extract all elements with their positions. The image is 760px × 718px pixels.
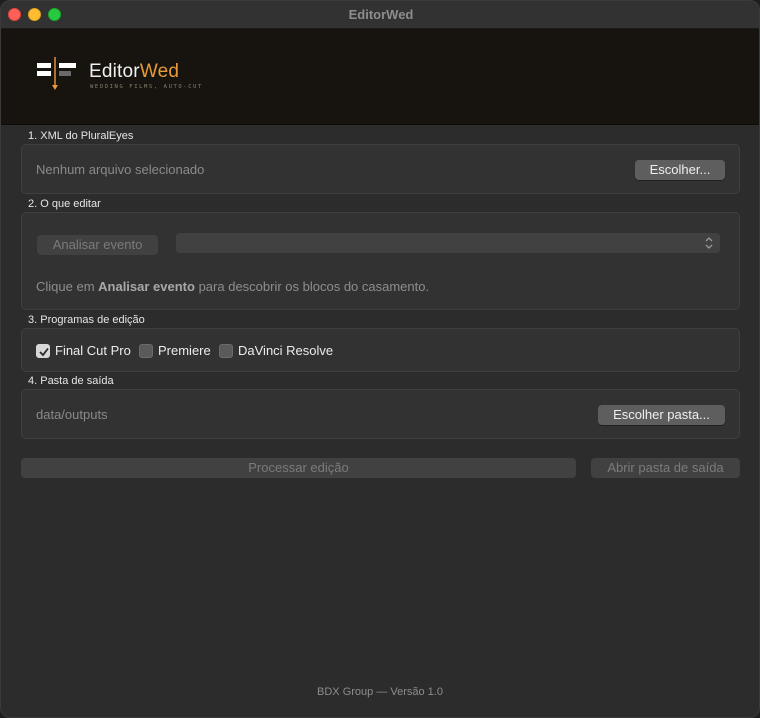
davinci-resolve-label: DaVinci Resolve: [238, 343, 334, 358]
brand-tagline: WEDDING FILMS, AUTO-CUT: [90, 84, 203, 90]
brand-name: EditorWed: [89, 61, 180, 82]
app-window: EditorWed EditorWed WEDDING FILMS, AUTO-…: [0, 0, 760, 718]
header-banner: EditorWed WEDDING FILMS, AUTO-CUT: [1, 29, 759, 125]
analyze-hint: Clique em Analisar evento para descobrir…: [36, 279, 430, 294]
option-final-cut-pro[interactable]: Final Cut Pro: [36, 343, 131, 358]
choose-folder-button[interactable]: Escolher pasta...: [598, 405, 725, 425]
checkmark-icon: [39, 347, 49, 356]
davinci-resolve-checkbox[interactable]: [219, 343, 233, 358]
output-group: data/outputs Escolher pasta...: [21, 389, 740, 439]
output-path-text: data/outputs: [36, 407, 108, 422]
section-edit-label: 2. O que editar: [28, 198, 101, 210]
premiere-checkbox[interactable]: [139, 343, 153, 358]
option-davinci-resolve[interactable]: DaVinci Resolve: [219, 343, 333, 358]
section-output-label: 4. Pasta de saída: [28, 375, 114, 387]
title-bar: EditorWed: [1, 1, 759, 29]
process-edit-button[interactable]: Processar edição: [21, 458, 576, 478]
final-cut-pro-checkbox[interactable]: [36, 343, 50, 358]
final-cut-pro-label: Final Cut Pro: [55, 343, 131, 358]
window-title: EditorWed: [348, 7, 414, 22]
programs-group: Final Cut Pro Premiere DaVinci Resolve: [21, 328, 740, 372]
footer-version: BDX Group — Versão 1.0: [317, 686, 443, 698]
section-xml-label: 1. XML do PluralEyes: [28, 130, 134, 142]
logo-icon: [37, 57, 76, 90]
chevron-up-down-icon: [705, 237, 713, 249]
block-select[interactable]: [176, 233, 720, 253]
choose-xml-button[interactable]: Escolher...: [635, 160, 725, 180]
open-output-folder-button[interactable]: Abrir pasta de saída: [591, 458, 740, 478]
section-programs-label: 3. Programas de edição: [28, 314, 145, 326]
xml-group: Nenhum arquivo selecionado Escolher...: [21, 144, 740, 194]
edit-group: Analisar evento Clique em Analisar event…: [21, 212, 740, 310]
file-status-text: Nenhum arquivo selecionado: [36, 162, 205, 177]
analyze-event-button[interactable]: Analisar evento: [37, 235, 158, 255]
option-premiere[interactable]: Premiere: [139, 343, 211, 358]
premiere-label: Premiere: [158, 343, 211, 358]
